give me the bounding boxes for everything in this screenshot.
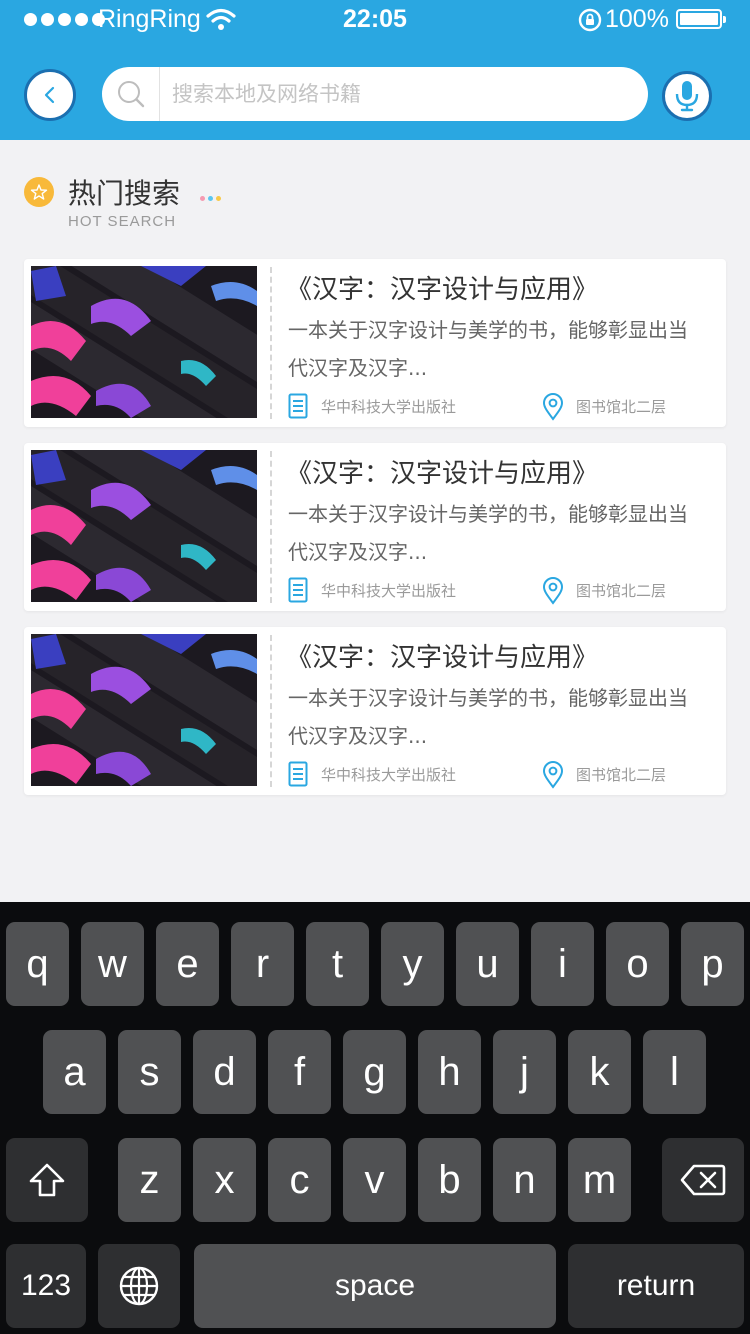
key-q[interactable]: q bbox=[6, 922, 69, 1006]
key-c[interactable]: c bbox=[268, 1138, 331, 1222]
key-k[interactable]: k bbox=[568, 1030, 631, 1114]
book-title: 《汉字：汉字设计与应用》 bbox=[286, 275, 599, 305]
key-h[interactable]: h bbox=[418, 1030, 481, 1114]
book-card[interactable]: 《汉字：汉字设计与应用》一本关于汉字设计与美学的书，能够彰显出当代汉字及汉字..… bbox=[24, 443, 726, 611]
key-r[interactable]: r bbox=[231, 922, 294, 1006]
book-card[interactable]: 《汉字：汉字设计与应用》一本关于汉字设计与美学的书，能够彰显出当代汉字及汉字..… bbox=[24, 259, 726, 427]
book-publisher: 华中科技大学出版社 bbox=[321, 766, 457, 784]
key-w[interactable]: w bbox=[81, 922, 144, 1006]
book-publisher: 华中科技大学出版社 bbox=[321, 582, 457, 600]
key-d[interactable]: d bbox=[193, 1030, 256, 1114]
search-bar[interactable] bbox=[102, 67, 648, 121]
search-divider bbox=[159, 67, 160, 121]
key-p[interactable]: p bbox=[681, 922, 744, 1006]
battery-icon bbox=[676, 9, 726, 29]
key-g[interactable]: g bbox=[343, 1030, 406, 1114]
location-pin-icon bbox=[542, 577, 564, 605]
back-button[interactable] bbox=[24, 69, 76, 121]
section-dots-decoration bbox=[200, 196, 221, 201]
section-title: 热门搜索 bbox=[68, 177, 181, 210]
book-location: 图书馆北二层 bbox=[576, 582, 667, 600]
back-arrow-icon bbox=[44, 86, 55, 104]
globe-key[interactable] bbox=[98, 1244, 180, 1328]
key-t[interactable]: t bbox=[306, 922, 369, 1006]
section-subtitle: HOT SEARCH bbox=[68, 213, 177, 230]
key-n[interactable]: n bbox=[493, 1138, 556, 1222]
header: RingRing 22:05 100% bbox=[0, 0, 750, 140]
key-m[interactable]: m bbox=[568, 1138, 631, 1222]
book-location: 图书馆北二层 bbox=[576, 766, 667, 784]
key-z[interactable]: z bbox=[118, 1138, 181, 1222]
delete-key[interactable] bbox=[662, 1138, 744, 1222]
status-bar: RingRing 22:05 100% bbox=[0, 0, 750, 40]
location-pin-icon bbox=[542, 393, 564, 421]
key-x[interactable]: x bbox=[193, 1138, 256, 1222]
hot-search-badge-icon bbox=[24, 177, 54, 207]
battery-percent: 100% bbox=[605, 5, 669, 33]
key-v[interactable]: v bbox=[343, 1138, 406, 1222]
shift-key[interactable] bbox=[6, 1138, 88, 1222]
book-title: 《汉字：汉字设计与应用》 bbox=[286, 643, 599, 673]
voice-search-button[interactable] bbox=[662, 71, 712, 121]
return-key[interactable]: return bbox=[568, 1244, 744, 1328]
key-y[interactable]: y bbox=[381, 922, 444, 1006]
key-i[interactable]: i bbox=[531, 922, 594, 1006]
microphone-icon bbox=[675, 81, 699, 112]
shift-arrow-icon bbox=[29, 1163, 65, 1197]
key-u[interactable]: u bbox=[456, 922, 519, 1006]
book-cover-image bbox=[31, 634, 257, 786]
search-input[interactable] bbox=[172, 67, 632, 121]
document-icon bbox=[288, 577, 308, 603]
card-divider bbox=[270, 267, 272, 419]
book-title: 《汉字：汉字设计与应用》 bbox=[286, 459, 599, 489]
globe-icon bbox=[119, 1266, 159, 1306]
key-f[interactable]: f bbox=[268, 1030, 331, 1114]
keyboard: 123 space return qwertyuiop asdfghjkl zxcv… bbox=[0, 902, 750, 1334]
space-key[interactable]: space bbox=[194, 1244, 556, 1328]
key-l[interactable]: l bbox=[643, 1030, 706, 1114]
book-location: 图书馆北二层 bbox=[576, 398, 667, 416]
document-icon bbox=[288, 761, 308, 787]
book-card[interactable]: 《汉字：汉字设计与应用》一本关于汉字设计与美学的书，能够彰显出当代汉字及汉字..… bbox=[24, 627, 726, 795]
book-description: 一本关于汉字设计与美学的书，能够彰显出当代汉字及汉字... bbox=[288, 318, 688, 380]
backspace-icon bbox=[680, 1164, 726, 1196]
book-cover-image bbox=[31, 450, 257, 602]
key-a[interactable]: a bbox=[43, 1030, 106, 1114]
rotation-lock-icon bbox=[578, 8, 602, 32]
book-cover-image bbox=[31, 266, 257, 418]
key-o[interactable]: o bbox=[606, 922, 669, 1006]
key-e[interactable]: e bbox=[156, 922, 219, 1006]
key-b[interactable]: b bbox=[418, 1138, 481, 1222]
key-s[interactable]: s bbox=[118, 1030, 181, 1114]
card-divider bbox=[270, 451, 272, 603]
book-publisher: 华中科技大学出版社 bbox=[321, 398, 457, 416]
key-j[interactable]: j bbox=[493, 1030, 556, 1114]
book-description: 一本关于汉字设计与美学的书，能够彰显出当代汉字及汉字... bbox=[288, 502, 688, 564]
numbers-key[interactable]: 123 bbox=[6, 1244, 86, 1328]
search-icon bbox=[118, 81, 145, 108]
document-icon bbox=[288, 393, 308, 419]
book-description: 一本关于汉字设计与美学的书，能够彰显出当代汉字及汉字... bbox=[288, 686, 688, 748]
location-pin-icon bbox=[542, 761, 564, 789]
card-divider bbox=[270, 635, 272, 787]
